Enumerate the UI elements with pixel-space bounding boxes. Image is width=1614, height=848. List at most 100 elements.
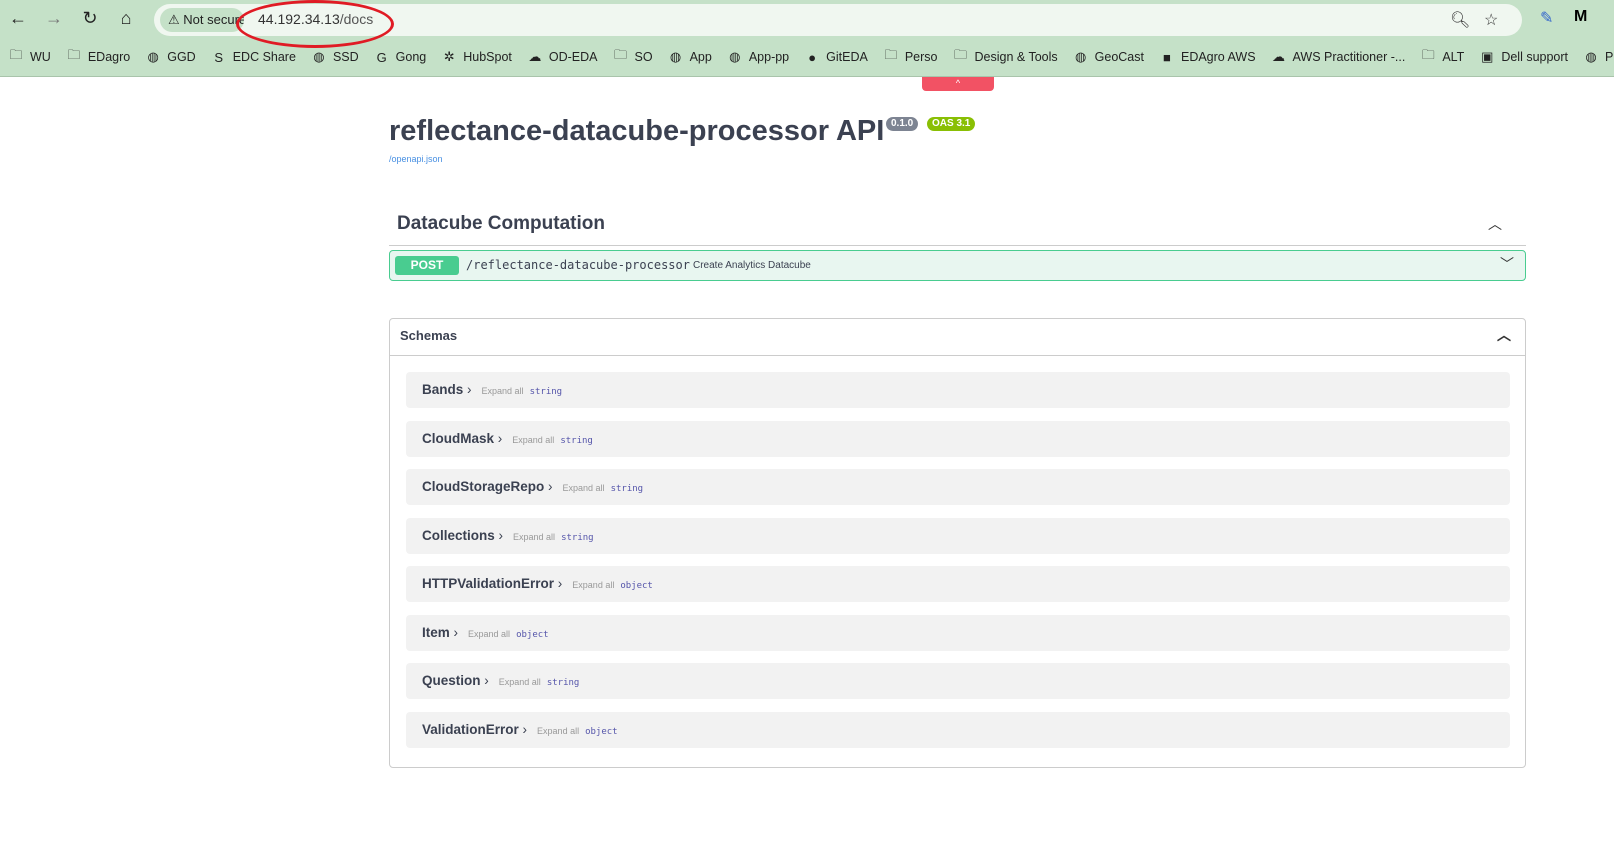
- bookmark-label: EDC Share: [232, 50, 296, 64]
- schema-row[interactable]: ValidationError › Expand all object: [406, 711, 1510, 748]
- chevron-right-icon[interactable]: ›: [454, 625, 459, 640]
- chevron-right-icon[interactable]: ›: [548, 479, 553, 494]
- oas-badge: OAS 3.1: [927, 117, 976, 131]
- schema-row[interactable]: HTTPValidationError › Expand all object: [406, 566, 1510, 602]
- bookmark[interactable]: ◍ PMC: [1583, 46, 1614, 68]
- bookmark-label: OD-EDA: [548, 50, 598, 64]
- schema-row[interactable]: Bands › Expand all string: [406, 372, 1510, 408]
- chevron-right-icon[interactable]: ›: [484, 673, 489, 688]
- globe-icon: ◍: [669, 49, 682, 64]
- openapi-link[interactable]: /openapi.json: [389, 154, 443, 164]
- bookmark[interactable]: 🗀 Design & Tools: [952, 46, 1058, 68]
- bookmark[interactable]: ☁ OD-EDA: [527, 46, 598, 68]
- expand-all-button[interactable]: Expand all: [537, 726, 579, 736]
- bookmark[interactable]: 🗀 SO: [613, 46, 653, 68]
- bookmark[interactable]: ☁ AWS Practitioner -...: [1271, 46, 1405, 68]
- bookmark[interactable]: ✲ HubSpot: [441, 46, 512, 68]
- chevron-right-icon[interactable]: ›: [467, 382, 472, 397]
- schema-name[interactable]: Item: [422, 625, 450, 640]
- forward-icon[interactable]: →: [42, 8, 66, 29]
- eyedropper-extension-icon[interactable]: ✎: [1540, 8, 1553, 28]
- schema-type: string: [610, 484, 644, 494]
- bookmark[interactable]: S EDC Share: [211, 46, 296, 68]
- bookmark-label: PMC: [1605, 50, 1614, 64]
- schema-name[interactable]: Bands: [422, 382, 463, 397]
- chevron-right-icon[interactable]: ›: [499, 528, 504, 543]
- chevron-right-icon[interactable]: ›: [523, 722, 528, 737]
- bookmark[interactable]: ◍ SSD: [311, 46, 358, 68]
- globe-icon: ◍: [147, 49, 159, 64]
- operation-post[interactable]: POST /reflectance-datacube-processor Cre…: [389, 250, 1526, 281]
- bookmark[interactable]: 🗀 Perso: [883, 46, 937, 68]
- expand-all-button[interactable]: Expand all: [482, 386, 524, 396]
- globe-icon: ◍: [313, 49, 325, 64]
- schema-row[interactable]: CloudMask › Expand all string: [406, 420, 1510, 457]
- bookmark-label: EDagro: [87, 50, 131, 64]
- reload-icon[interactable]: ↻: [78, 8, 102, 29]
- schemas-header[interactable]: Schemas ︿: [390, 319, 1525, 356]
- folder-icon: 🗀: [953, 47, 967, 62]
- bookmark[interactable]: ◍ App: [668, 46, 712, 68]
- bookmark[interactable]: ● GitEDA: [804, 46, 868, 68]
- chevron-right-icon[interactable]: ›: [498, 431, 503, 446]
- schema-name[interactable]: Collections: [422, 528, 495, 543]
- expand-all-button[interactable]: Expand all: [512, 435, 554, 445]
- bookmark-label: App: [689, 50, 712, 64]
- bookmark-label: WU: [30, 50, 51, 64]
- schema-name[interactable]: CloudMask: [422, 431, 494, 446]
- bookmark[interactable]: ◍ GGD: [145, 46, 196, 68]
- version-badge: 0.1.0: [886, 117, 919, 131]
- home-icon[interactable]: ⌂: [114, 8, 138, 29]
- chevron-right-icon[interactable]: ›: [558, 576, 563, 591]
- schema-name[interactable]: CloudStorageRepo: [422, 479, 544, 494]
- schema-row[interactable]: Question › Expand all string: [406, 663, 1510, 699]
- bookmark-label: ALT: [1442, 50, 1465, 64]
- schema-row[interactable]: Item › Expand all object: [406, 614, 1510, 651]
- operation-summary: Create Analytics Datacube: [693, 260, 811, 271]
- bookmarks-bar: 🗀 WU 🗀 EDagro ◍ GGD S EDC Share ◍ SSD G Gong ✲ HubSpo…: [8, 46, 1614, 68]
- schema-type: string: [560, 435, 593, 446]
- back-icon[interactable]: ←: [6, 8, 30, 29]
- bookmark[interactable]: ▣ Dell support: [1479, 46, 1568, 68]
- schema-type: string: [561, 532, 594, 543]
- bookmark[interactable]: 🗀 WU: [8, 46, 51, 68]
- chevron-down-icon[interactable]: ﹀: [1500, 254, 1514, 274]
- schemas-section: Schemas ︿ Bands › Expand all string CloudMas…: [389, 318, 1526, 768]
- bookmark-label: HubSpot: [463, 50, 512, 64]
- bookmark[interactable]: 🗀 ALT: [1420, 46, 1465, 68]
- top-collapse-tab[interactable]: ^: [922, 77, 994, 91]
- bookmark-label: Design & Tools: [974, 50, 1058, 64]
- bookmark[interactable]: ◍ GeoCast: [1073, 46, 1144, 68]
- m-extension-icon[interactable]: M: [1574, 8, 1587, 26]
- tag-title[interactable]: Datacube Computation: [397, 213, 605, 235]
- bookmark[interactable]: G Gong: [374, 46, 427, 68]
- chevron-up-icon[interactable]: ︿: [1497, 325, 1511, 345]
- operation-path: /reflectance-datacube-processor: [466, 258, 690, 272]
- schema-name[interactable]: ValidationError: [422, 722, 519, 737]
- expand-all-button[interactable]: Expand all: [572, 580, 614, 590]
- bookmark[interactable]: 🗀 EDagro: [66, 46, 130, 68]
- api-title: reflectance-datacube-processor API: [389, 115, 885, 147]
- method-badge: POST: [395, 256, 459, 275]
- globe-icon: ◍: [1074, 49, 1087, 64]
- folder-icon: 🗀: [614, 47, 628, 62]
- expand-all-button[interactable]: Expand all: [563, 483, 605, 493]
- schema-row[interactable]: CloudStorageRepo › Expand all string: [406, 469, 1510, 505]
- bookmark[interactable]: ■ EDAgro AWS: [1159, 46, 1256, 68]
- schema-name[interactable]: HTTPValidationError: [422, 576, 554, 591]
- star-icon[interactable]: ☆: [1484, 10, 1498, 30]
- expand-all-button[interactable]: Expand all: [513, 532, 555, 542]
- schema-name[interactable]: Question: [422, 673, 481, 688]
- schema-row[interactable]: Collections › Expand all string: [406, 517, 1510, 554]
- folder-icon: 🗀: [884, 47, 898, 62]
- expand-all-button[interactable]: Expand all: [468, 629, 510, 639]
- schemas-title: Schemas: [400, 328, 458, 343]
- zoom-icon[interactable]: 🔍︎: [1450, 10, 1470, 30]
- expand-all-button[interactable]: Expand all: [499, 677, 541, 687]
- globe-icon: ◍: [1585, 49, 1597, 64]
- folder-icon: 🗀: [67, 47, 81, 62]
- security-chip[interactable]: ⚠ Not secure: [160, 8, 244, 32]
- dell-icon: ▣: [1481, 49, 1494, 64]
- bookmark[interactable]: ◍ App-pp: [727, 46, 789, 68]
- chevron-up-icon[interactable]: ︿: [1488, 214, 1502, 234]
